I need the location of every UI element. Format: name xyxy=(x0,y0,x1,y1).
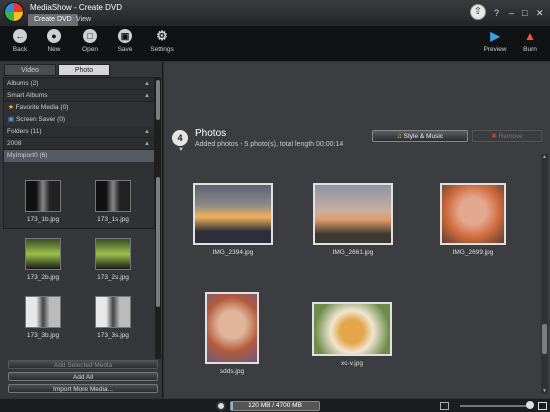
photo-item[interactable]: sdds.jpg xyxy=(187,292,277,375)
scroll-thumb[interactable] xyxy=(542,324,547,354)
style-music-button[interactable]: ♫ Style & Music xyxy=(372,130,468,142)
photos-info-bar: 4 ▼ Photos Added photos - 5 photo(s), to… xyxy=(164,124,550,153)
photo-thumbnail xyxy=(440,183,506,245)
media-item[interactable]: 173_1s.jpg xyxy=(83,180,143,223)
photo-thumbnail xyxy=(313,183,393,245)
capacity-label: 120 MB / 4700 MB xyxy=(248,402,302,409)
media-thumbnail xyxy=(25,296,61,328)
media-scrollbar[interactable] xyxy=(155,174,161,359)
app-logo-icon xyxy=(4,2,24,22)
star-icon: ★ xyxy=(8,104,14,111)
media-library-panel: Video Photo Albums (2) ▲ Smart Albums ▲ ★ … xyxy=(0,62,163,398)
section-subtitle: Added photos - 5 photo(s), total length … xyxy=(195,141,344,148)
new-button[interactable]: ● New xyxy=(36,29,72,53)
disc-icon xyxy=(216,401,226,411)
media-item[interactable]: 173_1b.jpg xyxy=(13,180,73,223)
flame-icon: ▲ xyxy=(524,29,536,43)
media-thumbnail xyxy=(25,238,61,270)
upgrade-icon[interactable]: ⇧ xyxy=(470,4,486,20)
open-button[interactable]: □ Open xyxy=(72,29,108,53)
scroll-down-icon[interactable]: ▼ xyxy=(541,388,548,394)
help-button[interactable]: ? xyxy=(494,8,499,18)
tab-video[interactable]: Video xyxy=(4,64,56,76)
collapse-arrow-icon[interactable]: ▲ xyxy=(144,126,150,138)
large-view-icon[interactable] xyxy=(538,402,547,410)
tab-view[interactable]: View xyxy=(70,14,97,26)
add-all-button[interactable]: Add All xyxy=(8,372,158,381)
media-item[interactable]: 173_2b.jpg xyxy=(13,238,73,281)
back-button[interactable]: ← Back xyxy=(2,29,38,53)
scroll-thumb[interactable] xyxy=(156,80,160,120)
close-button[interactable]: ✕ xyxy=(536,8,544,19)
photo-item[interactable]: IMG_2394.jpg xyxy=(188,183,278,256)
save-button[interactable]: ▣ Save xyxy=(107,29,143,53)
tree-item-myimport0[interactable]: MyImport0 (6) xyxy=(4,150,154,162)
media-item[interactable]: 173_3b.jpg xyxy=(13,296,73,339)
title-bar: MediaShow - Create DVD Create DVD View ⇧… xyxy=(0,0,550,26)
tree-item-favorite-media[interactable]: ★ Favorite Media (0) xyxy=(4,102,154,114)
collapse-arrow-icon[interactable]: ▲ xyxy=(144,90,150,102)
tree-item-folders[interactable]: Folders (11) ▲ xyxy=(4,126,154,138)
tree-item-2008[interactable]: 2008 ▲ xyxy=(4,138,154,150)
photo-thumbnail xyxy=(312,302,392,356)
collapse-arrow-icon[interactable]: ▲ xyxy=(144,78,150,90)
section-title: Photos xyxy=(195,128,227,139)
photo-item[interactable]: xc-v.jpg xyxy=(307,302,397,367)
media-item[interactable]: 173_3s.jpg xyxy=(83,296,143,339)
step-number-badge: 4 xyxy=(172,130,188,146)
collapse-arrow-icon[interactable]: ▲ xyxy=(144,138,150,150)
photo-item[interactable]: IMG_2699.jpg xyxy=(428,183,518,256)
open-icon: □ xyxy=(83,29,97,43)
media-grid: 173_1b.jpg 173_1s.jpg 173_2b.jpg 173_2s.… xyxy=(3,174,155,354)
media-thumbnail xyxy=(95,238,131,270)
photo-item[interactable]: IMG_2661.jpg xyxy=(308,183,398,256)
status-bar: 120 MB / 4700 MB xyxy=(0,398,550,412)
music-note-icon: ♫ xyxy=(396,133,402,140)
save-icon: ▣ xyxy=(118,29,132,43)
chevron-down-icon[interactable]: ▼ xyxy=(178,147,184,153)
tab-photo[interactable]: Photo xyxy=(58,64,110,76)
media-thumbnail xyxy=(95,180,131,212)
monitor-icon: ▣ xyxy=(8,116,15,123)
photo-thumbnail xyxy=(193,183,273,245)
window-title: MediaShow - Create DVD xyxy=(30,3,123,12)
tree-item-screen-saver[interactable]: ▣ Screen Saver (0) xyxy=(4,114,154,126)
settings-button[interactable]: ⚙ Settings xyxy=(144,28,180,54)
remove-button[interactable]: ✖ Remove xyxy=(472,130,542,142)
zoom-slider[interactable] xyxy=(460,405,530,407)
add-selected-media-button[interactable]: Add Selected Media xyxy=(8,360,158,369)
content-scrollbar[interactable]: ▲ ▼ xyxy=(541,154,548,394)
photo-thumbnail xyxy=(205,292,259,364)
main-toolbar: ← Back ● New □ Open ▣ Save ⚙ Settings ▶ … xyxy=(0,26,550,62)
preview-button[interactable]: ▶ Preview xyxy=(477,29,513,53)
disc-capacity-bar: 120 MB / 4700 MB xyxy=(230,401,320,411)
tree-item-albums[interactable]: Albums (2) ▲ xyxy=(4,78,154,90)
fit-view-icon[interactable] xyxy=(440,402,449,410)
minimize-button[interactable]: – xyxy=(509,8,514,18)
import-more-media-button[interactable]: Import More Media... xyxy=(8,384,158,393)
burn-button[interactable]: ▲ Burn xyxy=(512,29,548,53)
close-icon: ✖ xyxy=(491,133,497,140)
photo-content-panel: 4 ▼ Photos Added photos - 5 photo(s), to… xyxy=(164,62,550,398)
tree-item-smart-albums[interactable]: Smart Albums ▲ xyxy=(4,90,154,102)
scroll-thumb[interactable] xyxy=(156,177,160,307)
back-arrow-icon: ← xyxy=(13,29,27,43)
scroll-up-icon[interactable]: ▲ xyxy=(541,154,548,160)
restore-button[interactable]: □ xyxy=(522,8,527,18)
play-icon: ▶ xyxy=(490,29,500,43)
media-thumbnail xyxy=(25,180,61,212)
gear-icon: ⚙ xyxy=(156,28,168,43)
media-thumbnail xyxy=(95,296,131,328)
new-disc-icon: ● xyxy=(47,29,61,43)
media-item[interactable]: 173_2s.jpg xyxy=(83,238,143,281)
zoom-slider-handle[interactable] xyxy=(526,401,534,409)
